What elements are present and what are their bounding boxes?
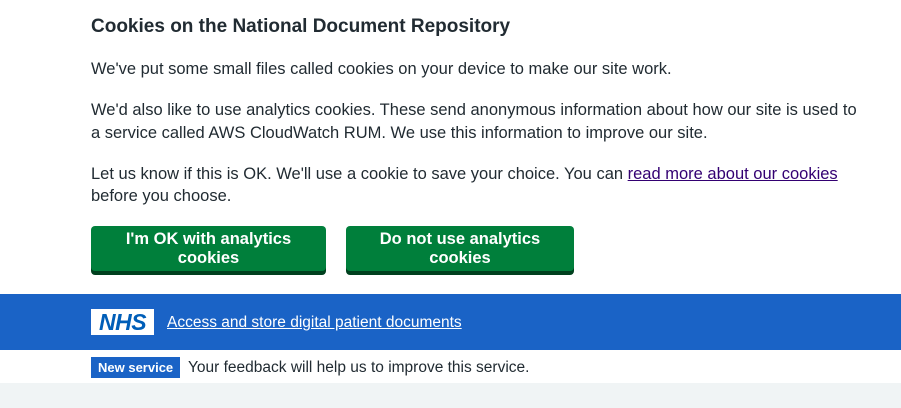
new-service-tag: New service <box>91 357 181 378</box>
read-more-cookies-link[interactable]: read more about our cookies <box>628 165 838 183</box>
cookie-paragraph-intro: We've put some small files called cookie… <box>91 60 672 78</box>
nhs-logo-text: NHS <box>98 309 147 335</box>
cookie-choice-text: Let us know if this is OK. We'll use a c… <box>91 164 628 183</box>
reject-analytics-cookies-button[interactable]: Do not use analytics cookies <box>346 226 574 271</box>
cookie-banner-content: Cookies on the National Document Reposit… <box>91 14 861 271</box>
cookie-banner: Cookies on the National Document Reposit… <box>0 0 901 294</box>
cookie-choice-text-end: before you choose. <box>91 187 232 205</box>
service-name-link[interactable]: Access and store digital patient documen… <box>167 313 462 333</box>
cookie-button-row: I'm OK with analytics cookies Do not use… <box>91 226 861 271</box>
phase-banner-text: Your feedback will help us to improve th… <box>188 359 530 376</box>
accept-analytics-cookies-button[interactable]: I'm OK with analytics cookies <box>91 226 326 271</box>
page-background <box>0 383 901 408</box>
cookie-paragraph-analytics: We'd also like to use analytics cookies.… <box>91 101 857 142</box>
nhs-logo[interactable]: NHS <box>91 309 154 335</box>
cookie-banner-title: Cookies on the National Document Reposit… <box>91 16 511 37</box>
cookie-paragraph-choice: Let us know if this is OK. We'll use a c… <box>91 163 861 208</box>
